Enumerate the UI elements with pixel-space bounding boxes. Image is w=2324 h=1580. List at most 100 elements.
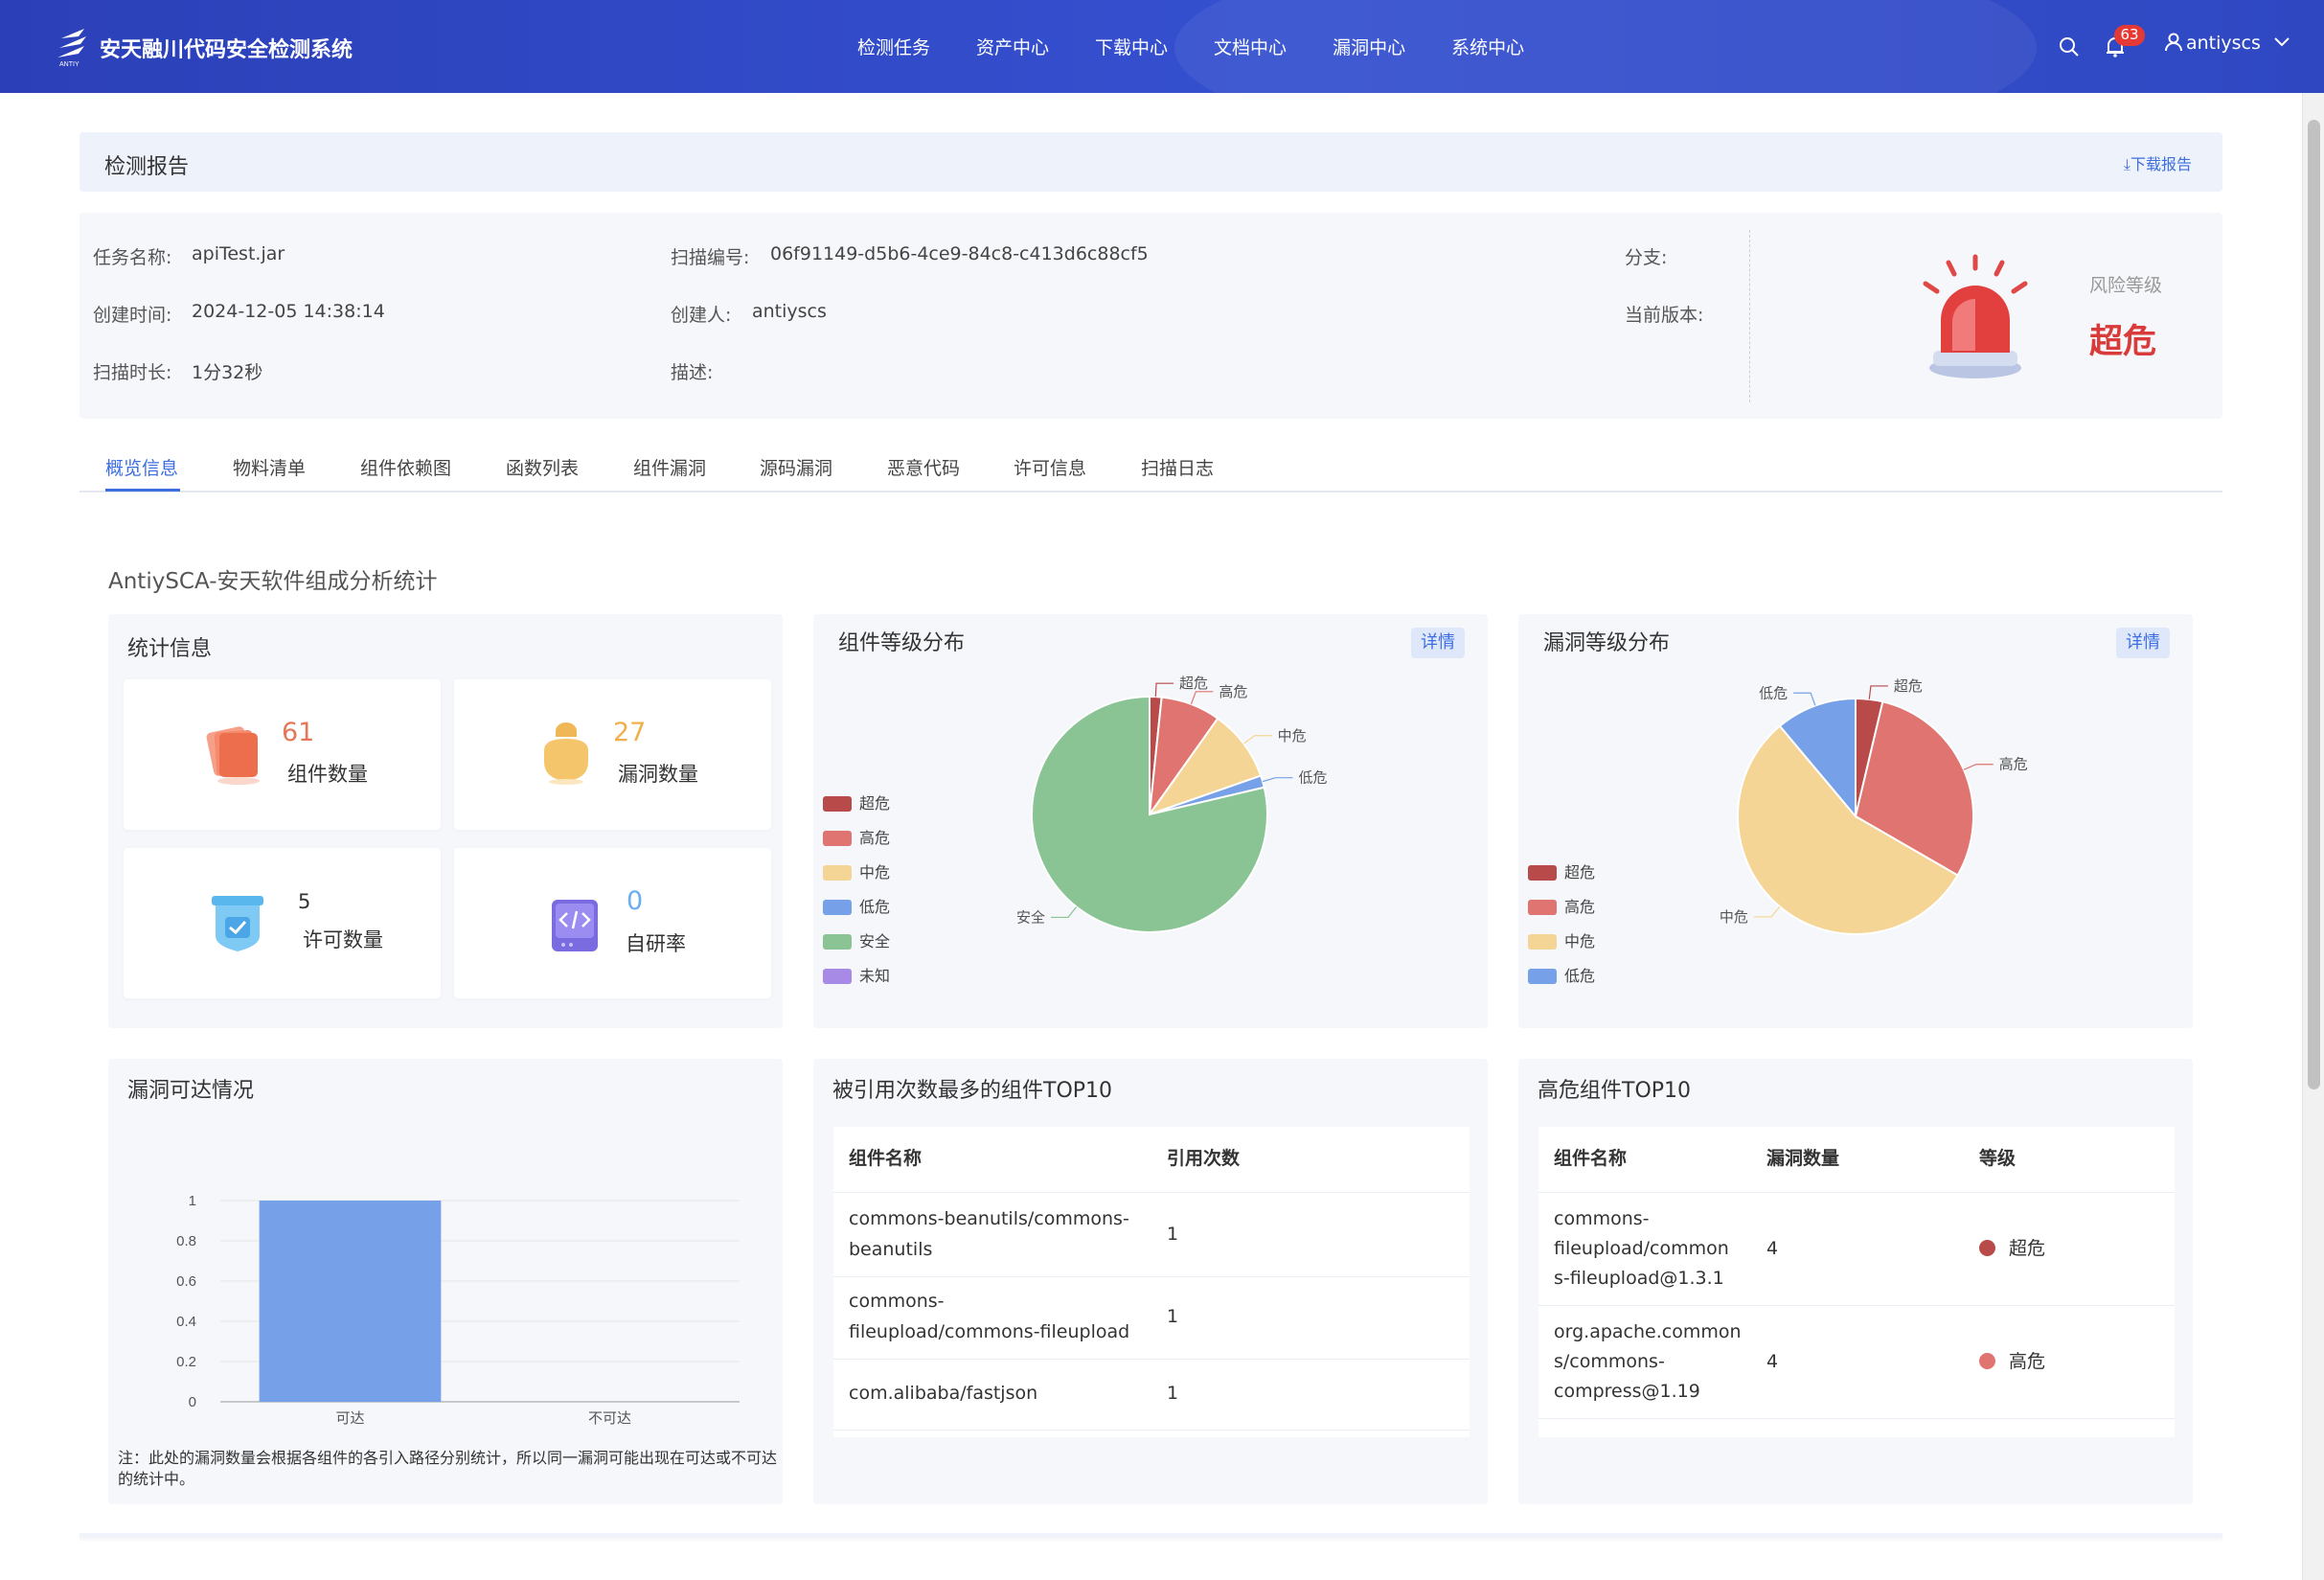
legend-label: 高危 [859,829,891,847]
tab-malicious-code[interactable]: 恶意代码 [887,454,960,480]
user-menu[interactable]: antiyscs [2165,33,2290,54]
vuln-count: 4 [1766,1351,1779,1372]
table-divider [1538,1305,2175,1306]
high-dot-icon [1979,1353,1995,1369]
duration-label: 扫描时长: [93,362,172,383]
component-name-line3: compress@1.19 [1554,1381,1700,1402]
licenses-label: 许可数量 [303,928,383,951]
reach-note: 注：此处的漏洞数量会根据各组件的各引入路径分别统计，所以同一漏洞可能出现在可达或… [118,1449,778,1488]
legend-item-medium[interactable]: 中危 [1528,928,1595,951]
scan-id-label: 扫描编号: [671,247,750,268]
tab-licenses[interactable]: 许可信息 [1014,454,1086,480]
creator-label: 创建人: [671,305,732,326]
legend-item-critical[interactable]: 超危 [1528,859,1595,882]
legend-item-high[interactable]: 高危 [1528,894,1595,917]
tab-dependency-graph[interactable]: 组件依赖图 [360,454,451,480]
nav-item-tasks[interactable]: 检测任务 [857,0,930,93]
selfdev-rate: 0 [627,886,644,916]
col-header-component: 组件名称 [849,1148,923,1169]
licenses-count: 5 [298,890,311,913]
table-divider [833,1359,1470,1360]
main-nav: 检测任务 资产中心 下载中心 文档中心 漏洞中心 系统中心 [857,0,1570,93]
x-tick-label: 不可达 [588,1410,631,1427]
stat-card-selfdev[interactable]: 0 自研率 [454,848,771,998]
pie-label-line [1190,691,1214,705]
legend-item-low[interactable]: 低危 [823,894,890,917]
component-detail-button[interactable]: 详情 [1411,628,1465,658]
vulns-label: 漏洞数量 [618,763,698,786]
component-name-line2: fileupload/common [1554,1238,1729,1259]
nav-item-docs[interactable]: 文档中心 [1214,0,1287,93]
tab-functions[interactable]: 函数列表 [506,454,579,480]
nav-item-assets[interactable]: 资产中心 [976,0,1049,93]
legend-label: 超危 [1564,863,1596,882]
nav-item-vulns[interactable]: 漏洞中心 [1333,0,1405,93]
component-name-line1: commons- [849,1291,945,1312]
chevron-down-icon [2274,37,2290,47]
legend-item-safe[interactable]: 安全 [823,928,890,951]
nav-item-downloads[interactable]: 下载中心 [1095,0,1168,93]
legend-label: 低危 [1564,967,1596,985]
component-name-line2: s/commons- [1554,1351,1665,1372]
download-report-button[interactable]: ⤓下载报告 [2124,151,2192,174]
legend-item-unknown[interactable]: 未知 [823,963,890,986]
y-tick-label: 0.6 [176,1273,196,1290]
y-tick-label: 0 [189,1394,196,1410]
level-cell: 高危 [1979,1346,2045,1377]
stat-card-vulns[interactable]: 27 漏洞数量 [454,679,771,830]
legend-item-high[interactable]: 高危 [823,825,890,848]
pie-label-line [1963,764,1994,770]
page-scrollbar[interactable] [2302,93,2324,1580]
nav-item-system[interactable]: 系统中心 [1451,0,1524,93]
stat-card-components[interactable]: 61 组件数量 [124,679,441,830]
ref-count: 1 [1167,1306,1179,1327]
critical-dot-icon [1979,1240,1995,1256]
ref-count: 1 [1167,1383,1179,1404]
scrollbar-thumb[interactable] [2308,120,2320,1089]
table-divider [833,1276,1470,1277]
legend-item-low[interactable]: 低危 [1528,963,1595,986]
component-pie-title: 组件等级分布 [838,631,966,655]
legend-item-medium[interactable]: 中危 [823,859,890,882]
content-bottom-edge [80,1533,2222,1538]
stat-card-licenses[interactable]: 5 许可数量 [124,848,441,998]
y-tick-label: 0.8 [176,1233,196,1249]
legend-item-critical[interactable]: 超危 [823,790,890,813]
table-divider [833,1430,1470,1431]
table-divider [1538,1418,2175,1419]
components-count: 61 [282,718,315,747]
description-label: 描述: [671,362,714,383]
pie-label: 低危 [1759,685,1788,701]
tab-source-vulns[interactable]: 源码漏洞 [760,454,832,480]
level-cell: 超危 [1979,1233,2045,1264]
tab-component-vulns[interactable]: 组件漏洞 [633,454,706,480]
tab-scan-log[interactable]: 扫描日志 [1141,454,1214,480]
bug-icon [544,722,588,785]
legend-label: 中危 [1564,932,1596,950]
component-name-line2: fileupload/commons-fileupload [849,1321,1130,1342]
ref-count: 1 [1167,1224,1179,1245]
report-header: 检测报告 ⤓下载报告 [80,132,2222,192]
app-title: 安天融川代码安全检测系统 [100,38,353,62]
pie-label-line [1243,735,1272,744]
section-title: AntiySCA-安天软件组成分析统计 [108,569,438,594]
tab-overview[interactable]: 概览信息 [105,454,178,480]
alarm-siren-icon [1923,254,2028,378]
legend-label: 低危 [859,898,891,916]
pie-label: 中危 [1720,909,1748,926]
pie-label: 中危 [1278,728,1307,744]
stats-title: 统计信息 [127,637,213,661]
bar-0[interactable] [259,1201,442,1402]
table-divider [833,1192,1470,1193]
vuln-pie-title: 漏洞等级分布 [1543,631,1671,655]
pie-label: 安全 [1016,908,1045,926]
search-icon[interactable] [2059,36,2080,57]
license-shield-icon [212,896,263,951]
tab-bom[interactable]: 物料清单 [233,454,306,480]
risk-level-label: 风险等级 [2089,275,2163,296]
top-navbar: ANTIY 安天融川代码安全检测系统 检测任务 资产中心 下载中心 文档中心 漏… [0,0,2324,93]
y-tick-label: 0.2 [176,1354,196,1370]
pie-label-line [1793,692,1816,706]
pie-label: 超危 [1894,678,1923,695]
task-name-value: apiTest.jar [192,243,285,264]
